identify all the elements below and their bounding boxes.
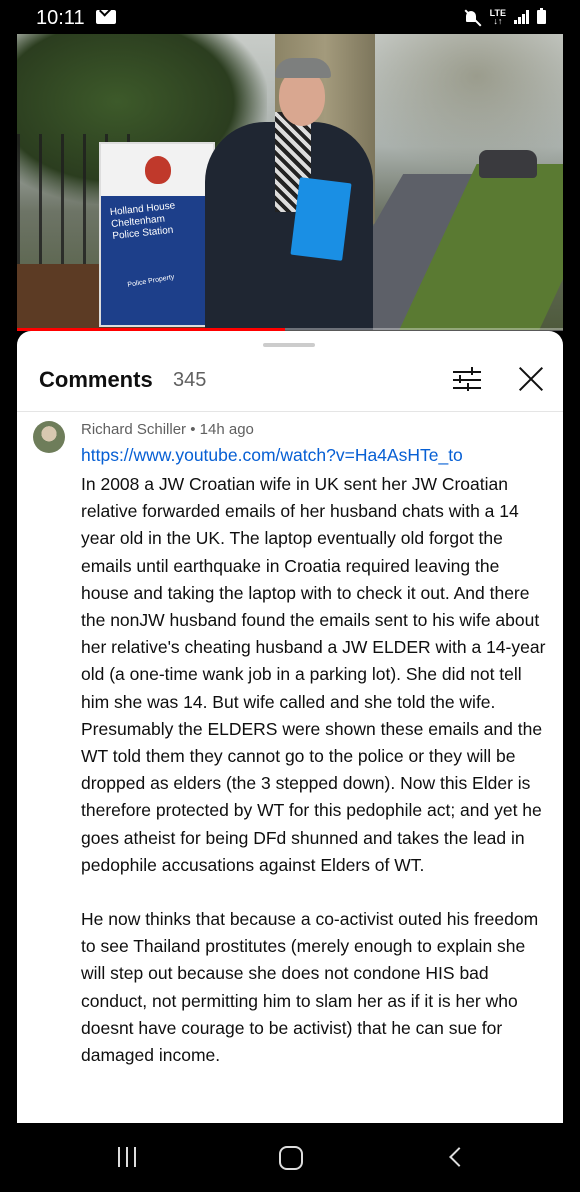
- drag-handle[interactable]: [263, 343, 315, 347]
- video-player[interactable]: Holland House Cheltenham Police Station …: [17, 34, 563, 330]
- comment-link[interactable]: https://www.youtube.com/watch?v=Ha4AsHTe…: [81, 445, 463, 466]
- home-icon[interactable]: [279, 1146, 303, 1170]
- car: [479, 150, 537, 178]
- battery-icon: [537, 8, 546, 24]
- comments-panel: Comments 345 Richard Schiller • 14h ago …: [17, 331, 563, 1123]
- comment-time: 14h ago: [199, 421, 254, 438]
- comments-count: 345: [173, 369, 207, 391]
- comments-title: Comments: [39, 367, 153, 392]
- status-bar: 10:11 LTE ↓↑: [0, 0, 580, 34]
- status-icons: LTE ↓↑: [464, 6, 546, 28]
- network-type: LTE ↓↑: [489, 8, 506, 26]
- comments-header: Comments 345: [17, 351, 563, 411]
- comment-author[interactable]: Richard Schiller: [81, 421, 186, 438]
- recent-apps-icon[interactable]: [118, 1147, 140, 1169]
- sort-filter-icon[interactable]: [453, 367, 481, 393]
- police-crest-icon: [145, 156, 171, 184]
- system-nav-bar: [0, 1123, 580, 1192]
- blue-folder: [290, 177, 352, 261]
- close-icon[interactable]: [517, 365, 545, 393]
- clock: 10:11: [36, 7, 85, 29]
- comment-meta: Richard Schiller • 14h ago: [81, 421, 254, 438]
- avatar[interactable]: [33, 421, 65, 453]
- mute-icon: [464, 8, 482, 26]
- back-icon[interactable]: [449, 1147, 469, 1167]
- mail-icon: [96, 10, 116, 24]
- signal-icon: [514, 10, 529, 24]
- comment-text: In 2008 a JW Croatian wife in UK sent he…: [81, 474, 546, 1066]
- divider: [17, 411, 563, 412]
- police-station-sign: Holland House Cheltenham Police Station …: [99, 142, 215, 327]
